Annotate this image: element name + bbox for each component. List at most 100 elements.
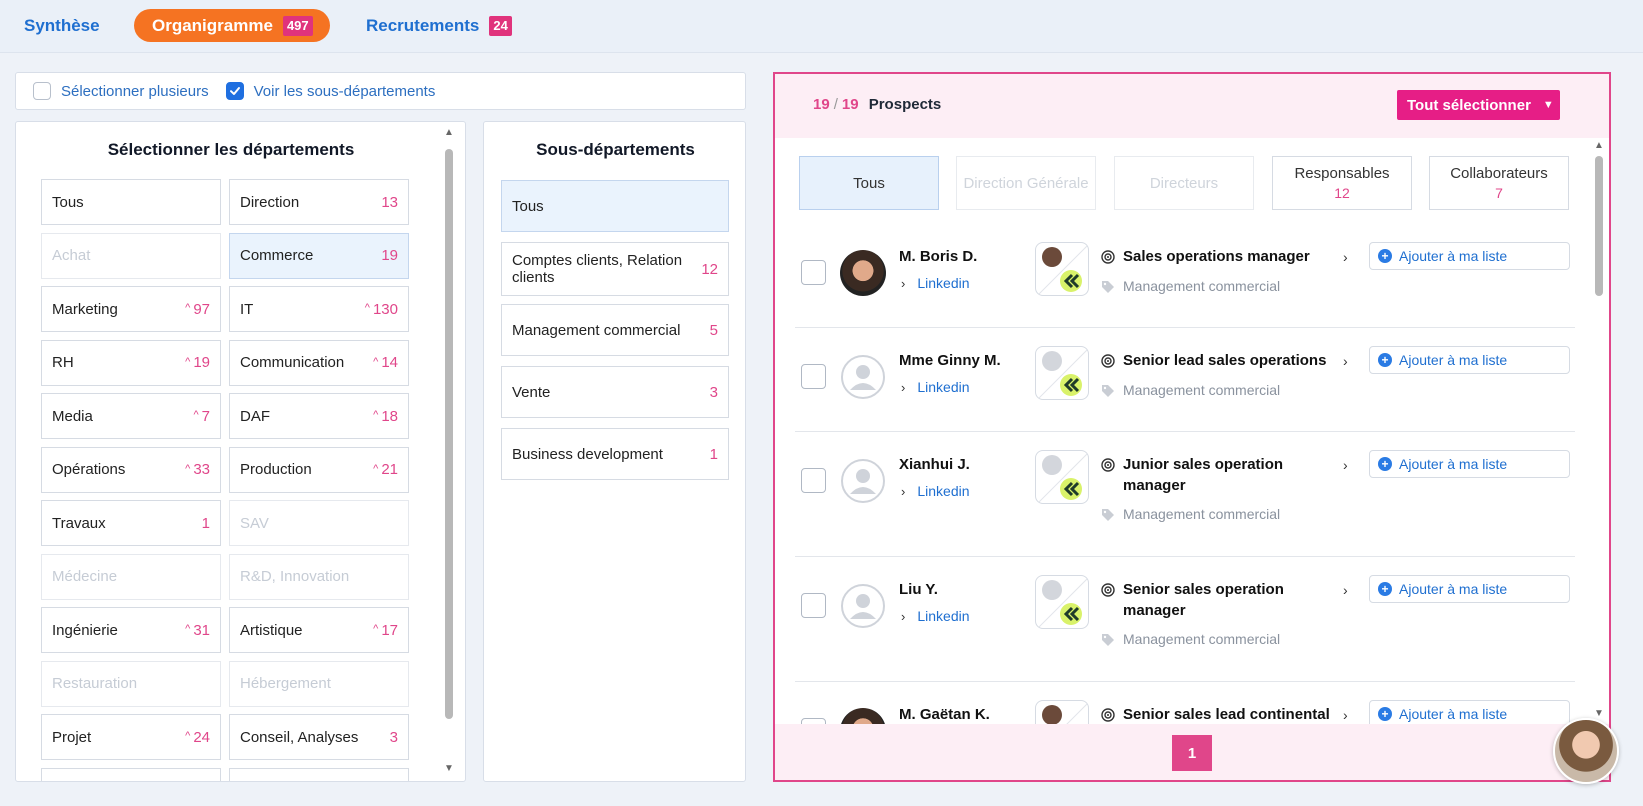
department-item[interactable]: Commerce 19 (229, 232, 409, 279)
prospect-checkbox[interactable] (801, 593, 826, 618)
add-to-list-button[interactable]: + Ajouter à ma liste (1369, 575, 1570, 603)
subdepartment-count: 5 (709, 321, 718, 339)
add-to-list-label: Ajouter à ma liste (1399, 581, 1508, 597)
department-item[interactable]: DAF ^ 18 (229, 393, 409, 439)
select-multiple-checkbox[interactable] (33, 82, 51, 100)
department-count-value: 13 (381, 193, 398, 211)
filter-directeurs[interactable]: Directeurs (1114, 156, 1254, 210)
prospect-tag: Management commercial (1123, 506, 1281, 522)
chevron-right-icon: › (901, 483, 906, 499)
user-icon (841, 459, 885, 503)
filter-responsables[interactable]: Responsables 12 (1272, 156, 1412, 210)
department-item[interactable]: Marketing ^ 97 (41, 286, 221, 332)
scroll-down-icon[interactable]: ▼ (443, 763, 455, 774)
linkedin-link[interactable]: › Linkedin (901, 608, 970, 624)
department-label: Production (240, 461, 312, 478)
department-item[interactable]: Communication ^ 14 (229, 339, 409, 386)
filter-direction-générale[interactable]: Direction Générale (956, 156, 1096, 210)
department-count: ^ 24 (185, 729, 210, 746)
show-subdepartments-option[interactable]: Voir les sous-départements (225, 82, 435, 100)
trend-up-icon: ^ (185, 462, 191, 475)
trend-up-icon: ^ (193, 409, 199, 421)
add-to-list-button[interactable]: + Ajouter à ma liste (1369, 450, 1570, 478)
tab-synthese[interactable]: Synthèse (24, 9, 100, 42)
department-item[interactable] (41, 767, 221, 781)
prospects-scrollbar[interactable]: ▲ ▼ (1593, 140, 1605, 722)
department-count: ^ 33 (185, 461, 210, 478)
department-item[interactable]: Conseil, Analyses 3 (229, 714, 409, 760)
prospect-name: Mme Ginny M. (899, 352, 1001, 369)
linkedin-link[interactable]: › Linkedin (901, 275, 970, 291)
chevron-right-icon: › (901, 275, 906, 291)
department-count-value: 97 (193, 300, 210, 318)
department-count: 19 (381, 247, 398, 264)
add-to-list-button[interactable]: + Ajouter à ma liste (1369, 242, 1570, 270)
department-item[interactable]: SAV (229, 500, 409, 546)
tab-synthese-label: Synthèse (24, 15, 100, 35)
department-item[interactable]: Achat (41, 232, 221, 279)
department-item[interactable]: Restauration (41, 660, 221, 707)
chevron-right-icon[interactable]: › (1343, 249, 1348, 265)
trend-up-icon: ^ (185, 623, 191, 635)
department-item[interactable]: Travaux 1 (41, 500, 221, 546)
department-count: ^ 31 (185, 622, 210, 639)
department-item[interactable]: Direction 13 (229, 179, 409, 225)
prospect-checkbox[interactable] (801, 260, 826, 285)
subdepartment-item[interactable]: Comptes clients, Relation clients 12 (501, 242, 729, 296)
scrollbar-thumb[interactable] (1595, 156, 1603, 296)
department-item[interactable]: Production ^ 21 (229, 446, 409, 493)
show-subdepartments-checkbox[interactable] (225, 82, 244, 100)
scroll-down-icon[interactable]: ▼ (1593, 708, 1605, 719)
chevron-right-icon[interactable]: › (1343, 582, 1348, 598)
chevron-right-icon[interactable]: › (1343, 707, 1348, 723)
department-item[interactable]: Hébergement (229, 660, 409, 707)
subdepartment-item[interactable]: Management commercial 5 (501, 304, 729, 356)
tag-icon (1101, 280, 1115, 294)
department-count: 13 (381, 194, 398, 211)
prospect-checkbox[interactable] (801, 364, 826, 389)
tab-organigramme[interactable]: Organigramme 497 (134, 9, 330, 42)
prospects-shown: 19 (813, 96, 830, 113)
subdepartment-item[interactable]: Vente 3 (501, 366, 729, 418)
linkedin-link[interactable]: › Linkedin (901, 483, 970, 499)
chat-support-avatar[interactable] (1553, 718, 1619, 784)
linkedin-link[interactable]: › Linkedin (901, 379, 970, 395)
select-all-button[interactable]: Tout sélectionner ▼ (1397, 90, 1560, 120)
add-to-list-button[interactable]: + Ajouter à ma liste (1369, 346, 1570, 374)
scrollbar-thumb[interactable] (445, 149, 453, 719)
scroll-up-icon[interactable]: ▲ (443, 127, 455, 138)
prospect-name: M. Gaëtan K. (899, 706, 990, 723)
plus-icon: + (1378, 353, 1392, 367)
department-item[interactable]: Opérations ^ 33 (41, 446, 221, 493)
select-multiple-option[interactable]: Sélectionner plusieurs (33, 82, 209, 100)
tab-recrutements[interactable]: Recrutements 24 (366, 9, 512, 42)
department-item[interactable]: Tous (41, 179, 221, 225)
department-item[interactable]: Ingénierie ^ 31 (41, 607, 221, 653)
department-item[interactable]: Projet ^ 24 (41, 714, 221, 760)
department-item[interactable]: Artistique ^ 17 (229, 607, 409, 653)
filter-label: Directeurs (1149, 174, 1219, 192)
subdepartment-item[interactable]: Tous (501, 180, 729, 232)
add-to-list-button[interactable]: + Ajouter à ma liste (1369, 700, 1570, 724)
department-label: Ingénierie (52, 621, 118, 639)
chevron-right-icon[interactable]: › (1343, 457, 1348, 473)
page-button[interactable]: 1 (1172, 735, 1212, 771)
department-item[interactable]: Media ^ 7 (41, 393, 221, 439)
department-item[interactable]: RH ^ 19 (41, 339, 221, 386)
department-item[interactable]: R&D, Innovation (229, 553, 409, 600)
department-item[interactable]: IT ^ 130 (229, 286, 409, 332)
scroll-up-icon[interactable]: ▲ (1593, 140, 1605, 151)
filter-tous[interactable]: Tous (799, 156, 939, 210)
department-item[interactable] (229, 767, 409, 781)
filter-collaborateurs[interactable]: Collaborateurs 7 (1429, 156, 1569, 210)
chevron-right-icon[interactable]: › (1343, 353, 1348, 369)
department-item[interactable]: Médecine (41, 553, 221, 600)
prospect-checkbox[interactable] (801, 468, 826, 493)
chevron-right-icon: › (901, 379, 906, 395)
linkedin-label: Linkedin (917, 275, 970, 291)
subdepartment-item[interactable]: Business development 1 (501, 428, 729, 480)
departments-scrollbar[interactable]: ▲ ▼ (443, 127, 455, 777)
department-count-value: 1 (201, 514, 210, 532)
department-count: ^ 14 (373, 354, 398, 371)
subdepartment-count: 3 (709, 383, 718, 401)
